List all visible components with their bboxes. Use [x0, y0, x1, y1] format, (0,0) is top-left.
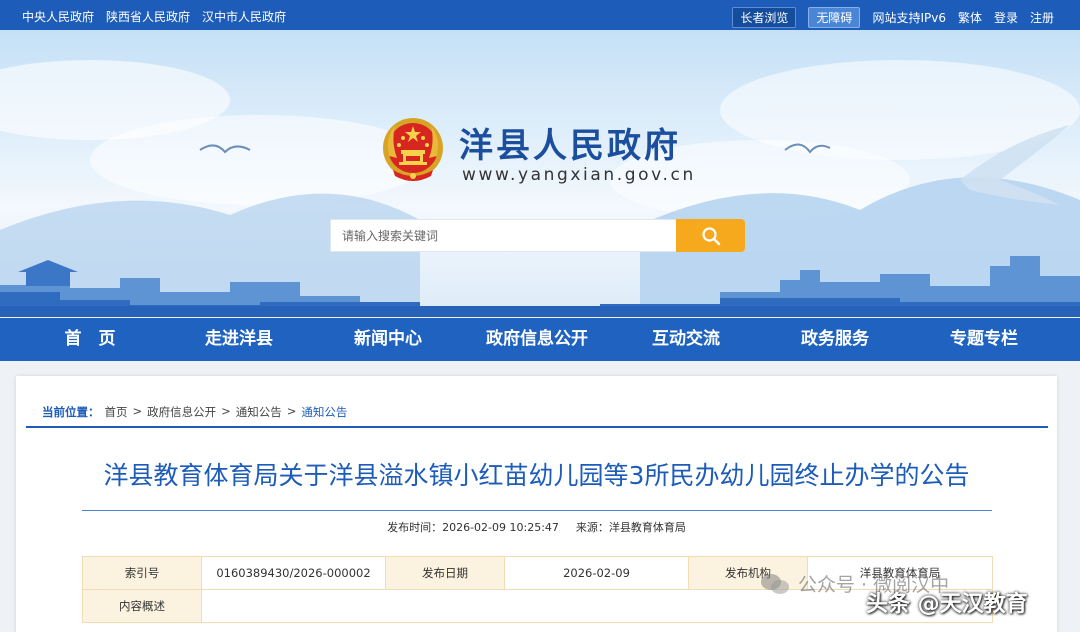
nav-item-interaction[interactable]: 互动交流: [611, 318, 761, 361]
search-icon: [701, 226, 720, 245]
publish-time-label: 发布时间：: [387, 521, 443, 534]
top-tools: 长者浏览 无障碍 网站支持IPv6 繁体 登录 注册: [732, 7, 1054, 28]
index-label: 索引号: [82, 556, 202, 590]
publish-time: 2026-02-09 10:25:47: [442, 521, 559, 534]
site-title: 洋县人民政府: [459, 126, 681, 166]
source-label: 来源：: [575, 521, 609, 534]
breadcrumb-item-notices[interactable]: 通知公告: [236, 404, 282, 420]
traditional-chinese-link[interactable]: 繁体: [958, 9, 982, 26]
breadcrumb-item-gov-info[interactable]: 政府信息公开: [147, 404, 216, 420]
search-button[interactable]: [676, 219, 745, 252]
nav-item-special-topics[interactable]: 专题专栏: [909, 318, 1059, 361]
elder-mode-button[interactable]: 长者浏览: [732, 7, 797, 28]
breadcrumb-item-home[interactable]: 首页: [105, 404, 128, 420]
top-bar: 中央人民政府 陕西省人民政府 汉中市人民政府 长者浏览 无障碍 网站支持IPv6…: [0, 0, 1080, 30]
article-title: 洋县教育体育局关于洋县溢水镇小红苗幼儿园等3所民办幼儿园终止办学的公告: [103, 461, 970, 490]
login-link[interactable]: 登录: [994, 9, 1018, 26]
link-hanzhong-gov[interactable]: 汉中市人民政府: [202, 8, 286, 25]
date-value: 2026-02-09: [504, 556, 689, 590]
summary-label: 内容概述: [82, 589, 202, 623]
nav-item-services[interactable]: 政务服务: [760, 318, 910, 361]
breadcrumb-current[interactable]: 通知公告: [301, 404, 347, 420]
title-divider: [82, 510, 992, 511]
main-nav: 首 页 走进洋县 新闻中心 政府信息公开 互动交流 政务服务 专题专栏: [0, 318, 1080, 361]
toutiao-watermark: 头条 @天汉教育: [866, 592, 1028, 617]
site-url: www.yangxian.gov.cn: [462, 165, 696, 185]
article-meta: 发布时间：2026-02-09 10:25:47 来源：洋县教育体育局: [16, 519, 1057, 535]
date-label: 发布日期: [385, 556, 505, 590]
breadcrumb-divider: [26, 426, 1048, 428]
register-link[interactable]: 注册: [1030, 9, 1054, 26]
wechat-icon: [761, 573, 789, 594]
breadcrumb: 当前位置： 首页 > 政府信息公开 > 通知公告 > 通知公告: [42, 404, 347, 420]
nav-item-about-yangxian[interactable]: 走进洋县: [164, 318, 314, 361]
national-emblem-logo: [383, 118, 443, 181]
top-links: 中央人民政府 陕西省人民政府 汉中市人民政府: [22, 8, 286, 25]
search-bar: [330, 219, 745, 252]
source-value: 洋县教育体育局: [608, 521, 686, 534]
breadcrumb-label: 当前位置：: [42, 405, 100, 419]
header-banner: 洋县人民政府 www.yangxian.gov.cn: [0, 30, 1080, 317]
breadcrumb-separator: >: [132, 404, 143, 418]
nav-item-news[interactable]: 新闻中心: [313, 318, 463, 361]
breadcrumb-separator: >: [221, 404, 231, 418]
nav-item-gov-info[interactable]: 政府信息公开: [462, 318, 612, 361]
link-shaanxi-gov[interactable]: 陕西省人民政府: [106, 8, 190, 25]
breadcrumb-separator: >: [286, 404, 297, 418]
index-value: 0160389430/2026-000002: [201, 556, 386, 590]
ipv6-label: 网站支持IPv6: [872, 11, 946, 25]
search-input[interactable]: [330, 219, 676, 252]
nav-item-home[interactable]: 首 页: [15, 318, 165, 361]
link-central-gov[interactable]: 中央人民政府: [22, 8, 94, 25]
accessibility-button[interactable]: 无障碍: [808, 7, 861, 28]
